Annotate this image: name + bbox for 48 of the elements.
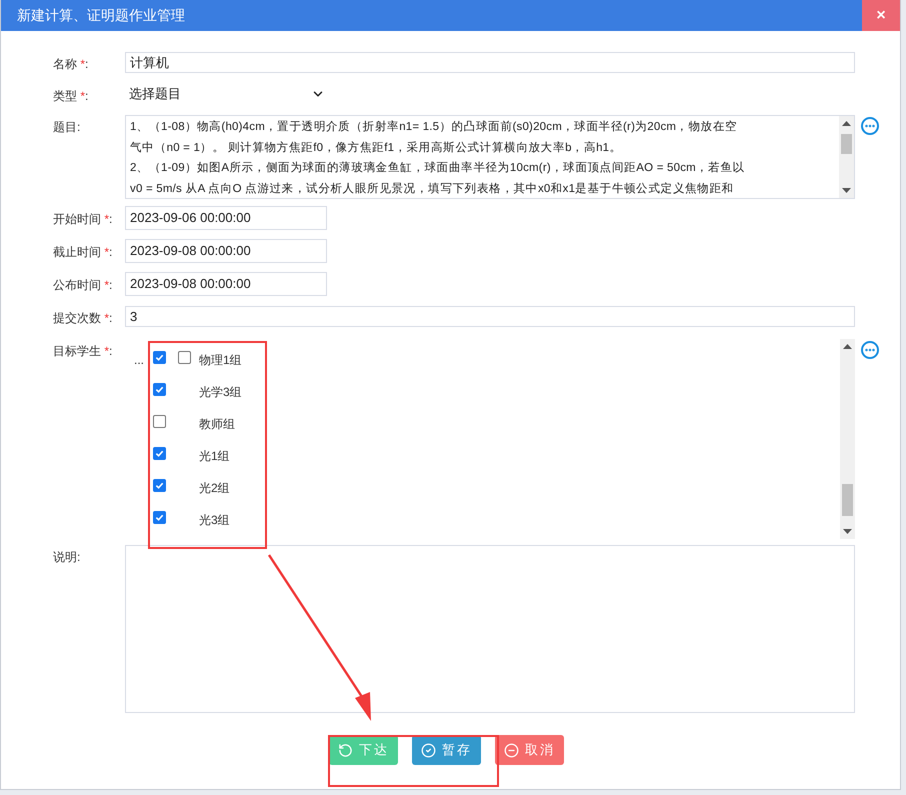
problem-textarea[interactable] <box>125 115 855 199</box>
group-label: 光3组 <box>199 512 230 529</box>
checkbox[interactable] <box>153 414 166 428</box>
field-label: 名称 *: <box>53 57 88 71</box>
field-label: 目标学生 *: <box>53 344 112 358</box>
type-select[interactable]: 选择题目 <box>125 84 325 104</box>
group-label: 光1组 <box>199 448 230 465</box>
field-label: 提交次数 *: <box>53 311 112 325</box>
scroll-thumb[interactable] <box>841 134 852 154</box>
ellipsis-text: ... <box>133 352 146 369</box>
button-icon <box>504 742 519 758</box>
field-label: 公布时间 *: <box>53 278 112 292</box>
problem-text-line: 气中（n0 = 1）。 则计算物方焦距f0，像方焦距f1，采用高斯公式计算横向放大率b，高h1。 <box>130 140 622 156</box>
scroll-up-icon[interactable] <box>842 120 851 126</box>
dialog-title: 新建计算、证明题作业管理 <box>16 6 185 25</box>
checkbox[interactable] <box>153 510 166 524</box>
scroll-up-icon[interactable] <box>843 343 852 349</box>
field-label: 说明: <box>53 550 80 564</box>
group-label: 教师组 <box>199 416 235 433</box>
scroll-down-icon[interactable] <box>842 188 851 194</box>
field-label: 截止时间 *: <box>53 245 112 259</box>
problem-text-line: 1、（1-08）物高(h0)4cm，置于透明介质（折射率n1= 1.5）的凸球面前(s0)20cm，球面半径(r)为20cm，物放在空 <box>130 119 738 135</box>
checkbox[interactable] <box>153 350 166 364</box>
scrollbar[interactable] <box>839 116 854 198</box>
scrollbar[interactable] <box>840 339 855 539</box>
more-icon[interactable] <box>861 117 879 135</box>
button-icon <box>421 742 436 758</box>
problem-text-line: v0 = 5m/s 从A 点向O 点游过来，试分析人眼所见景况，填写下列表格，其中x0和x1是基于牛顿公式定义焦物距和 <box>130 181 735 196</box>
group-label: 物理1组 <box>199 352 242 369</box>
scroll-thumb[interactable] <box>842 484 853 516</box>
checkbox[interactable] <box>153 382 166 396</box>
checkbox[interactable] <box>153 446 166 460</box>
field-label: 类型 *: <box>53 88 88 102</box>
text-field[interactable]: 3 <box>125 306 855 327</box>
button-icon <box>338 742 353 758</box>
date-field[interactable]: 2023-09-06 00:00:00 <box>125 206 327 230</box>
more-icon[interactable] <box>861 341 879 359</box>
group-label: 光2组 <box>199 480 230 497</box>
scroll-down-icon[interactable] <box>843 529 852 535</box>
date-field[interactable]: 2023-09-08 00:00:00 <box>125 238 327 262</box>
problem-text-line: 2、（1-09）如图A所示，侧面为球面的薄玻璃金鱼缸，球面曲率半径为10cm(r)，球面顶点间距AO = 50cm，若鱼以 <box>130 160 746 176</box>
field-label: 题目: <box>53 120 80 134</box>
field-label: 开始时间 *: <box>53 212 112 226</box>
date-field[interactable]: 2023-09-08 00:00:00 <box>125 272 327 296</box>
text-field[interactable]: 计算机 <box>125 52 855 73</box>
group-label: 光学3组 <box>199 384 242 401</box>
checkbox[interactable] <box>153 478 166 492</box>
checkbox[interactable] <box>178 350 191 364</box>
